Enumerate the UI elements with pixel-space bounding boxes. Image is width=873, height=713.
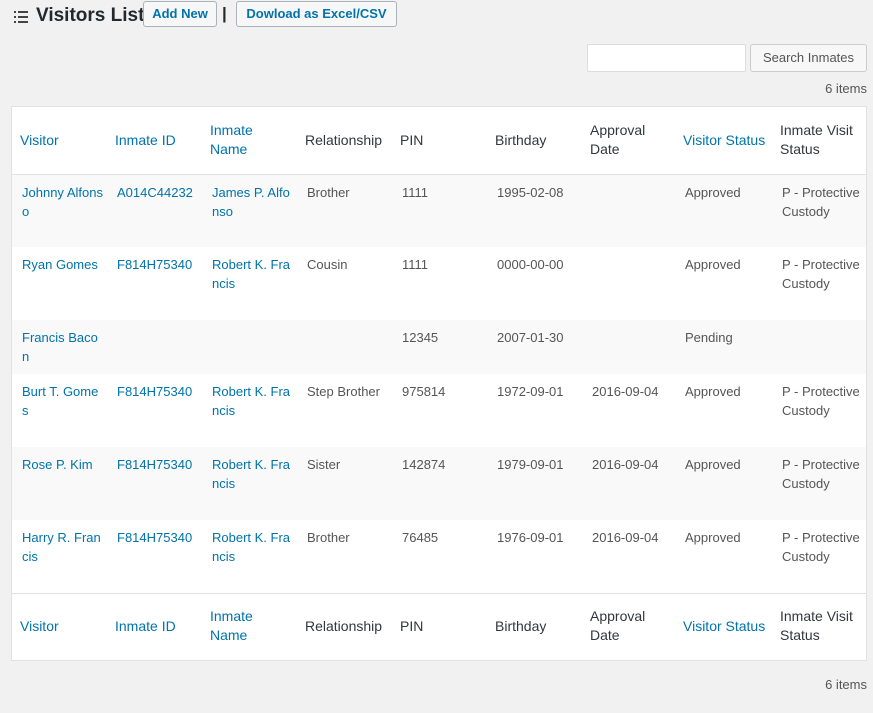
footer-column-inmate-id[interactable]: Inmate ID xyxy=(107,592,202,659)
inmate-visit-status-cell: P - Protective Custody xyxy=(782,457,860,491)
approval-date-cell xyxy=(582,247,675,320)
inmate-id-link[interactable]: F814H75340 xyxy=(107,447,202,520)
inmate-visit-status-cell: P - Protective Custody xyxy=(782,384,860,418)
visitor-link[interactable]: Harry R. Francis xyxy=(12,520,107,593)
relationship-cell: Brother xyxy=(307,184,350,200)
column-header-visitor-status[interactable]: Visitor Status xyxy=(675,107,772,175)
visitor-link[interactable]: Rose P. Kim xyxy=(12,447,107,520)
footer-column-visitor-status[interactable]: Visitor Status xyxy=(675,592,772,659)
visitor-link[interactable]: Johnny Alfonso xyxy=(12,174,107,247)
search-inmates-button[interactable]: Search Inmates xyxy=(750,44,867,72)
header-separator: | xyxy=(222,4,227,23)
approval-date-cell: 2016-09-04 xyxy=(592,384,659,399)
approval-date-cell xyxy=(582,320,675,374)
page-header: Visitors List Add New | Dowload as Excel… xyxy=(0,0,873,30)
table-row: Francis Bacon 12345 2007-01-30 Pending xyxy=(12,320,866,374)
inmate-name-link[interactable]: Robert K. Francis xyxy=(202,520,297,593)
column-header-inmate-visit-status: Inmate Visit Status xyxy=(772,107,866,175)
approval-date-cell: 2016-09-04 xyxy=(592,457,659,472)
inmate-name-link[interactable]: Robert K. Francis xyxy=(202,447,297,520)
relationship-cell xyxy=(297,320,392,374)
inmate-id-link[interactable]: F814H75340 xyxy=(107,374,202,447)
search-input[interactable] xyxy=(587,44,746,72)
visitor-link[interactable]: Burt T. Gomes xyxy=(12,374,107,447)
visitor-link[interactable]: Francis Bacon xyxy=(12,320,107,374)
relationship-cell: Cousin xyxy=(307,257,348,272)
inmate-id-link[interactable]: A014C44232 xyxy=(107,174,202,247)
pin-cell: 975814 xyxy=(402,384,446,399)
inmate-visit-status-cell: P - Protective Custody xyxy=(782,530,860,564)
visitor-status-cell: Approved xyxy=(685,184,741,200)
column-header-pin: PIN xyxy=(392,107,487,175)
inmate-id-link[interactable]: F814H75340 xyxy=(107,520,202,593)
footer-column-inmate-visit-status: Inmate Visit Status xyxy=(772,592,866,659)
birthday-cell: 1995-02-08 xyxy=(497,184,564,200)
birthday-cell: 1972-09-01 xyxy=(497,384,564,399)
inmate-name-link[interactable]: Robert K. Francis xyxy=(202,374,297,447)
pin-cell: 76485 xyxy=(402,530,439,545)
inmate-name-link[interactable]: Robert K. Francis xyxy=(202,247,297,320)
approval-date-cell xyxy=(582,174,675,247)
visitors-table-container: Visitor Inmate ID Inmate Name Relationsh… xyxy=(11,106,867,661)
inmate-visit-status-cell: P - Protective Custody xyxy=(782,257,860,291)
relationship-cell: Step Brother xyxy=(307,384,380,399)
visitor-status-cell: Approved xyxy=(685,257,741,272)
pin-cell: 1111 xyxy=(402,257,429,272)
inmate-id-link[interactable]: F814H75340 xyxy=(107,247,202,320)
pin-cell: 142874 xyxy=(402,457,446,472)
column-header-relationship: Relationship xyxy=(297,107,392,175)
table-row: Burt T. Gomes F814H75340 Robert K. Franc… xyxy=(12,374,866,447)
inmate-visit-status-cell: P - Protective Custody xyxy=(782,184,860,219)
footer-column-birthday: Birthday xyxy=(487,592,582,659)
inmate-visit-status-cell xyxy=(772,320,866,374)
approval-date-cell: 2016-09-04 xyxy=(592,530,659,545)
add-new-button[interactable]: Add New xyxy=(143,1,217,27)
pin-cell: 1111 xyxy=(402,184,429,200)
footer-column-relationship: Relationship xyxy=(297,592,392,659)
relationship-cell: Sister xyxy=(307,457,341,472)
column-header-inmate-name[interactable]: Inmate Name xyxy=(202,107,297,175)
birthday-cell: 0000-00-00 xyxy=(497,257,564,272)
visitor-status-cell: Approved xyxy=(685,530,741,545)
visitor-status-cell: Pending xyxy=(685,330,733,345)
table-row: Harry R. Francis F814H75340 Robert K. Fr… xyxy=(12,520,866,593)
page-title: Visitors List xyxy=(36,5,145,26)
footer-column-pin: PIN xyxy=(392,592,487,659)
column-header-approval-date: Approval Date xyxy=(582,107,675,175)
footer-column-approval-date: Approval Date xyxy=(582,592,675,659)
visitor-status-cell: Approved xyxy=(685,384,741,399)
visitor-status-cell: Approved xyxy=(685,457,741,472)
items-count-bottom: 6 items xyxy=(825,677,867,692)
table-row: Johnny Alfonso A014C44232 James P. Alfon… xyxy=(12,174,866,247)
table-footer-row: Visitor Inmate ID Inmate Name Relationsh… xyxy=(12,592,866,659)
table-row: Ryan Gomes F814H75340 Robert K. Francis … xyxy=(12,247,866,320)
inmate-name-link[interactable]: James P. Alfonso xyxy=(202,174,297,247)
download-excel-csv-button[interactable]: Dowload as Excel/CSV xyxy=(236,1,397,27)
table-row: Rose P. Kim F814H75340 Robert K. Francis… xyxy=(12,447,866,520)
inmate-name-link[interactable] xyxy=(202,320,297,374)
birthday-cell: 1976-09-01 xyxy=(497,530,564,545)
column-header-inmate-id[interactable]: Inmate ID xyxy=(107,107,202,175)
birthday-cell: 1979-09-01 xyxy=(497,457,564,472)
inmate-id-link[interactable] xyxy=(107,320,202,374)
visitors-table: Visitor Inmate ID Inmate Name Relationsh… xyxy=(12,107,866,659)
relationship-cell: Brother xyxy=(307,530,350,545)
table-header-row: Visitor Inmate ID Inmate Name Relationsh… xyxy=(12,107,866,175)
birthday-cell: 2007-01-30 xyxy=(497,330,564,345)
items-count-top: 6 items xyxy=(825,81,867,96)
footer-column-visitor[interactable]: Visitor xyxy=(12,592,107,659)
list-icon xyxy=(14,11,28,23)
pin-cell: 12345 xyxy=(402,330,439,345)
footer-column-inmate-name[interactable]: Inmate Name xyxy=(202,592,297,659)
column-header-visitor[interactable]: Visitor xyxy=(12,107,107,175)
visitor-link[interactable]: Ryan Gomes xyxy=(12,247,107,320)
column-header-birthday: Birthday xyxy=(487,107,582,175)
